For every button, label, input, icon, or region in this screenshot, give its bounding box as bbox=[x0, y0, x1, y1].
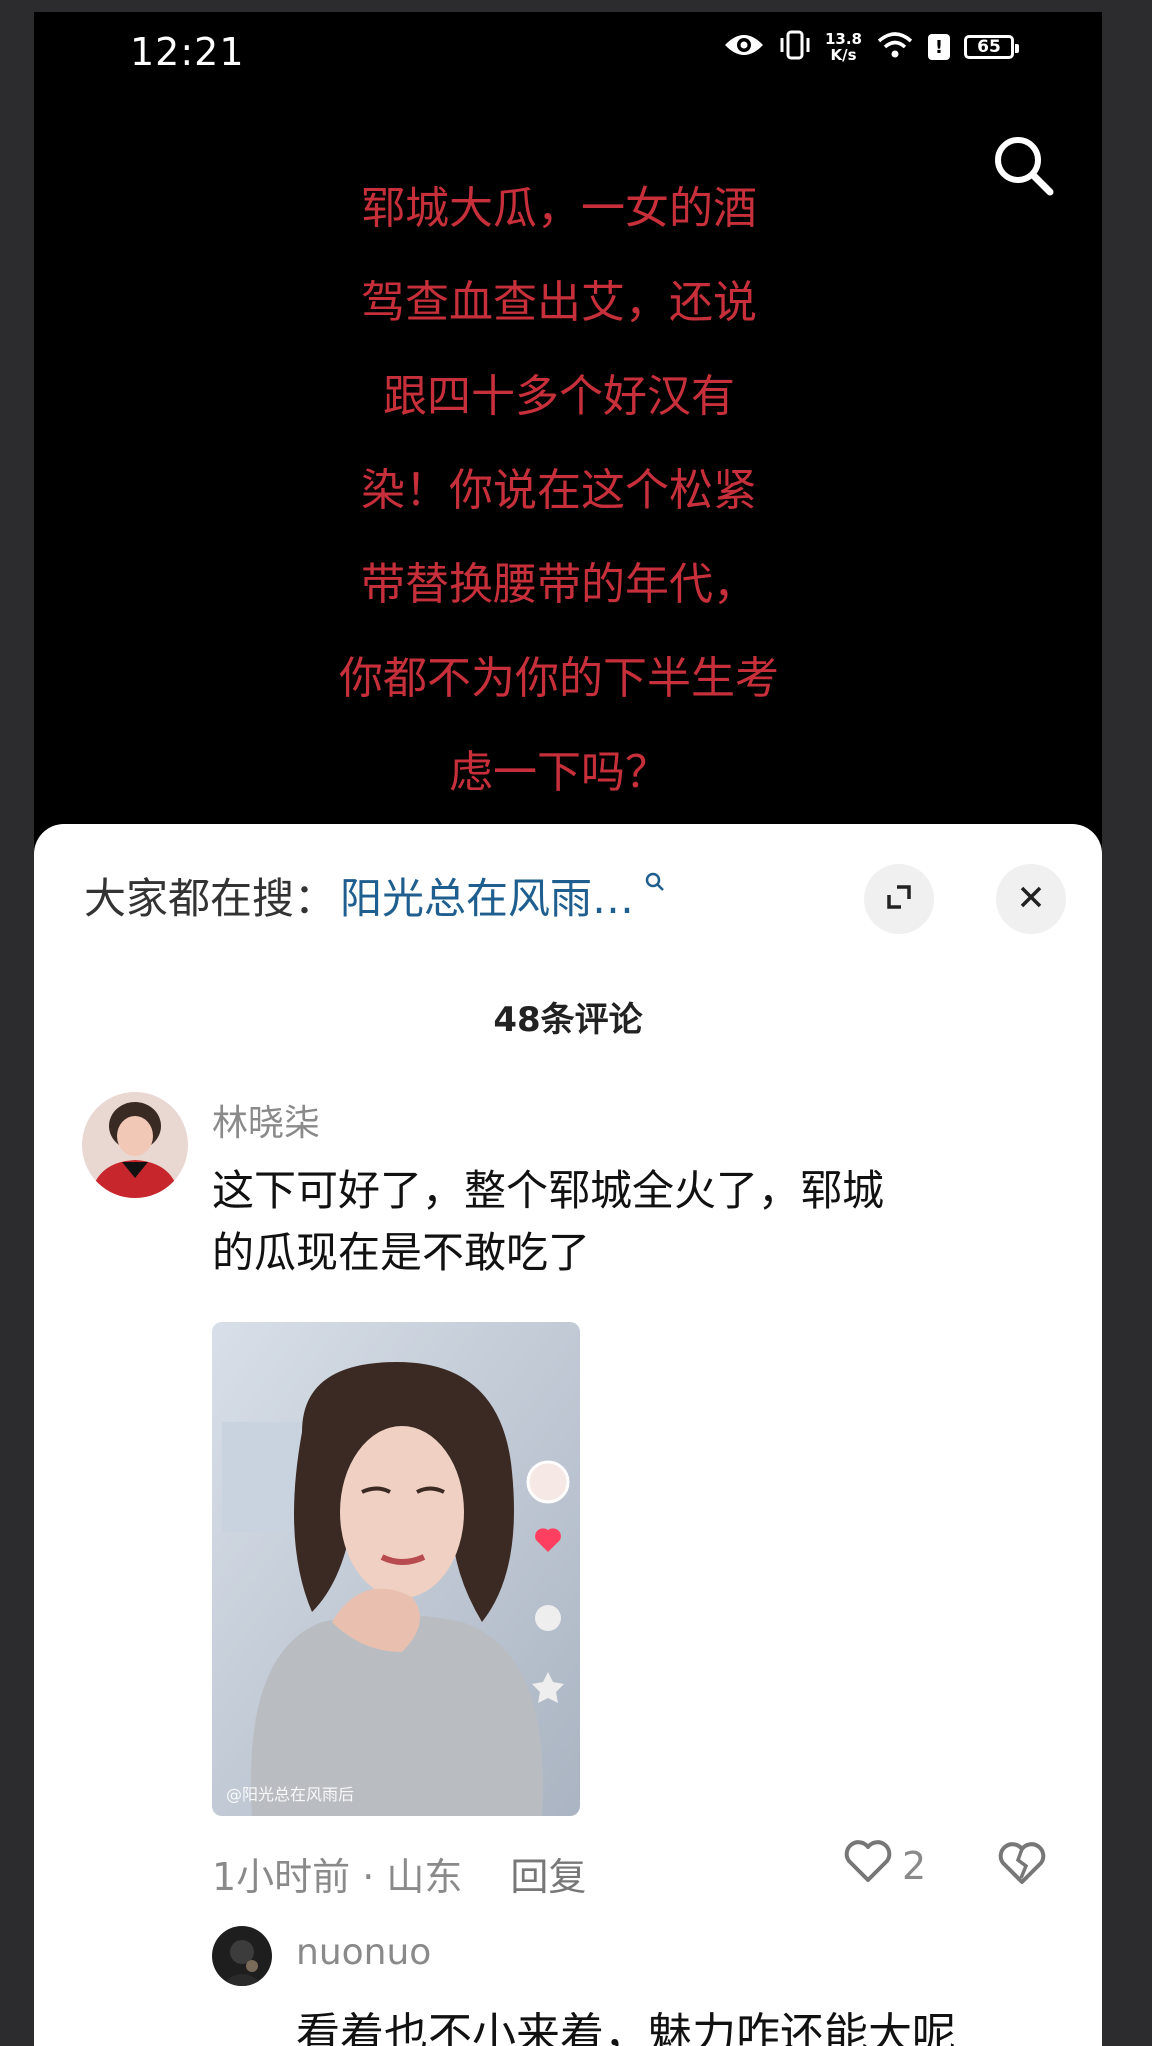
trending-search-prefix: 大家都在搜： bbox=[84, 873, 337, 923]
comment-username[interactable]: 林晓柒 bbox=[212, 1094, 320, 1146]
sticker-overlay bbox=[564, 2040, 1084, 2046]
comment-image-caption: @阳光总在风雨后 bbox=[226, 1785, 354, 1804]
dislike-icon bbox=[996, 1842, 1048, 1890]
reply-button[interactable]: 回复 bbox=[510, 1846, 586, 1901]
alert-icon: ! bbox=[928, 34, 950, 60]
eye-icon bbox=[723, 31, 765, 63]
vibrate-icon bbox=[779, 30, 811, 64]
dislike-button[interactable] bbox=[996, 1840, 1048, 1890]
comment-image[interactable]: @阳光总在风雨后 bbox=[212, 1322, 580, 1816]
avatar[interactable] bbox=[82, 1092, 188, 1198]
network-speed: 13.8 K/s bbox=[825, 31, 862, 63]
comment-text-line: 这下可好了，整个郓城全火了，郓城 bbox=[212, 1166, 885, 1215]
caption-line: 带替换腰带的年代， bbox=[361, 559, 757, 610]
like-count: 2 bbox=[902, 1843, 927, 1888]
caption-line: 郓城大瓜，一女的酒 bbox=[361, 183, 757, 234]
expand-icon bbox=[883, 881, 915, 917]
battery-indicator: 65 bbox=[964, 35, 1019, 59]
like-button[interactable]: 2 bbox=[842, 1838, 926, 1893]
speed-unit: K/s bbox=[830, 46, 857, 64]
close-button[interactable] bbox=[996, 864, 1066, 934]
wifi-icon bbox=[876, 30, 914, 64]
status-icons: 13.8 K/s ! 65 bbox=[723, 30, 1019, 64]
video-player[interactable]: 郓城大瓜，一女的酒 驾查血查出艾，还说 跟四十多个好汉有 染！你说在这个松紧 带… bbox=[34, 90, 1102, 850]
caption-line: 你都不为你的下半生考 bbox=[339, 653, 779, 704]
caption-line: 跟四十多个好汉有 bbox=[383, 371, 735, 422]
comment-text-line: 的瓜现在是不敢吃了 bbox=[212, 1228, 591, 1277]
search-icon[interactable] bbox=[644, 871, 666, 897]
phone-screen: 12:21 13.8 K/s ! 65 郓城大瓜，一女的酒 驾查血查出艾，还说 … bbox=[34, 12, 1102, 2046]
comment-count: 48条评论 bbox=[493, 1000, 643, 1040]
status-time: 12:21 bbox=[130, 30, 245, 74]
expand-button[interactable] bbox=[864, 864, 934, 934]
trending-search-term[interactable]: 阳光总在风雨… bbox=[340, 865, 634, 926]
caption-line: 驾查血查出艾，还说 bbox=[361, 277, 757, 328]
comment-text: 这下可好了，整个郓城全火了，郓城 的瓜现在是不敢吃了 bbox=[212, 1160, 884, 1284]
status-bar: 12:21 13.8 K/s ! 65 bbox=[34, 12, 1102, 90]
caption-line: 染！你说在这个松紧 bbox=[361, 465, 757, 516]
comment-sheet: 大家都在搜： 阳光总在风雨… 48条评论 林晓柒 这下可好了，整个郓城全火了，郓… bbox=[34, 824, 1102, 2046]
speed-value: 13.8 bbox=[824, 30, 862, 48]
reply-username[interactable]: nuonuo bbox=[296, 1932, 431, 1973]
comment-time-location: 1小时前 · 山东 bbox=[212, 1855, 463, 1899]
close-icon bbox=[1017, 883, 1045, 915]
heart-icon bbox=[842, 1838, 894, 1893]
caption-line: 虑一下吗？ bbox=[449, 747, 669, 798]
reply-avatar[interactable] bbox=[212, 1926, 272, 1986]
search-icon[interactable] bbox=[988, 130, 1058, 200]
video-caption: 郓城大瓜，一女的酒 驾查血查出艾，还说 跟四十多个好汉有 染！你说在这个松紧 带… bbox=[324, 162, 794, 820]
comment-meta: 1小时前 · 山东 回复 bbox=[212, 1846, 586, 1901]
